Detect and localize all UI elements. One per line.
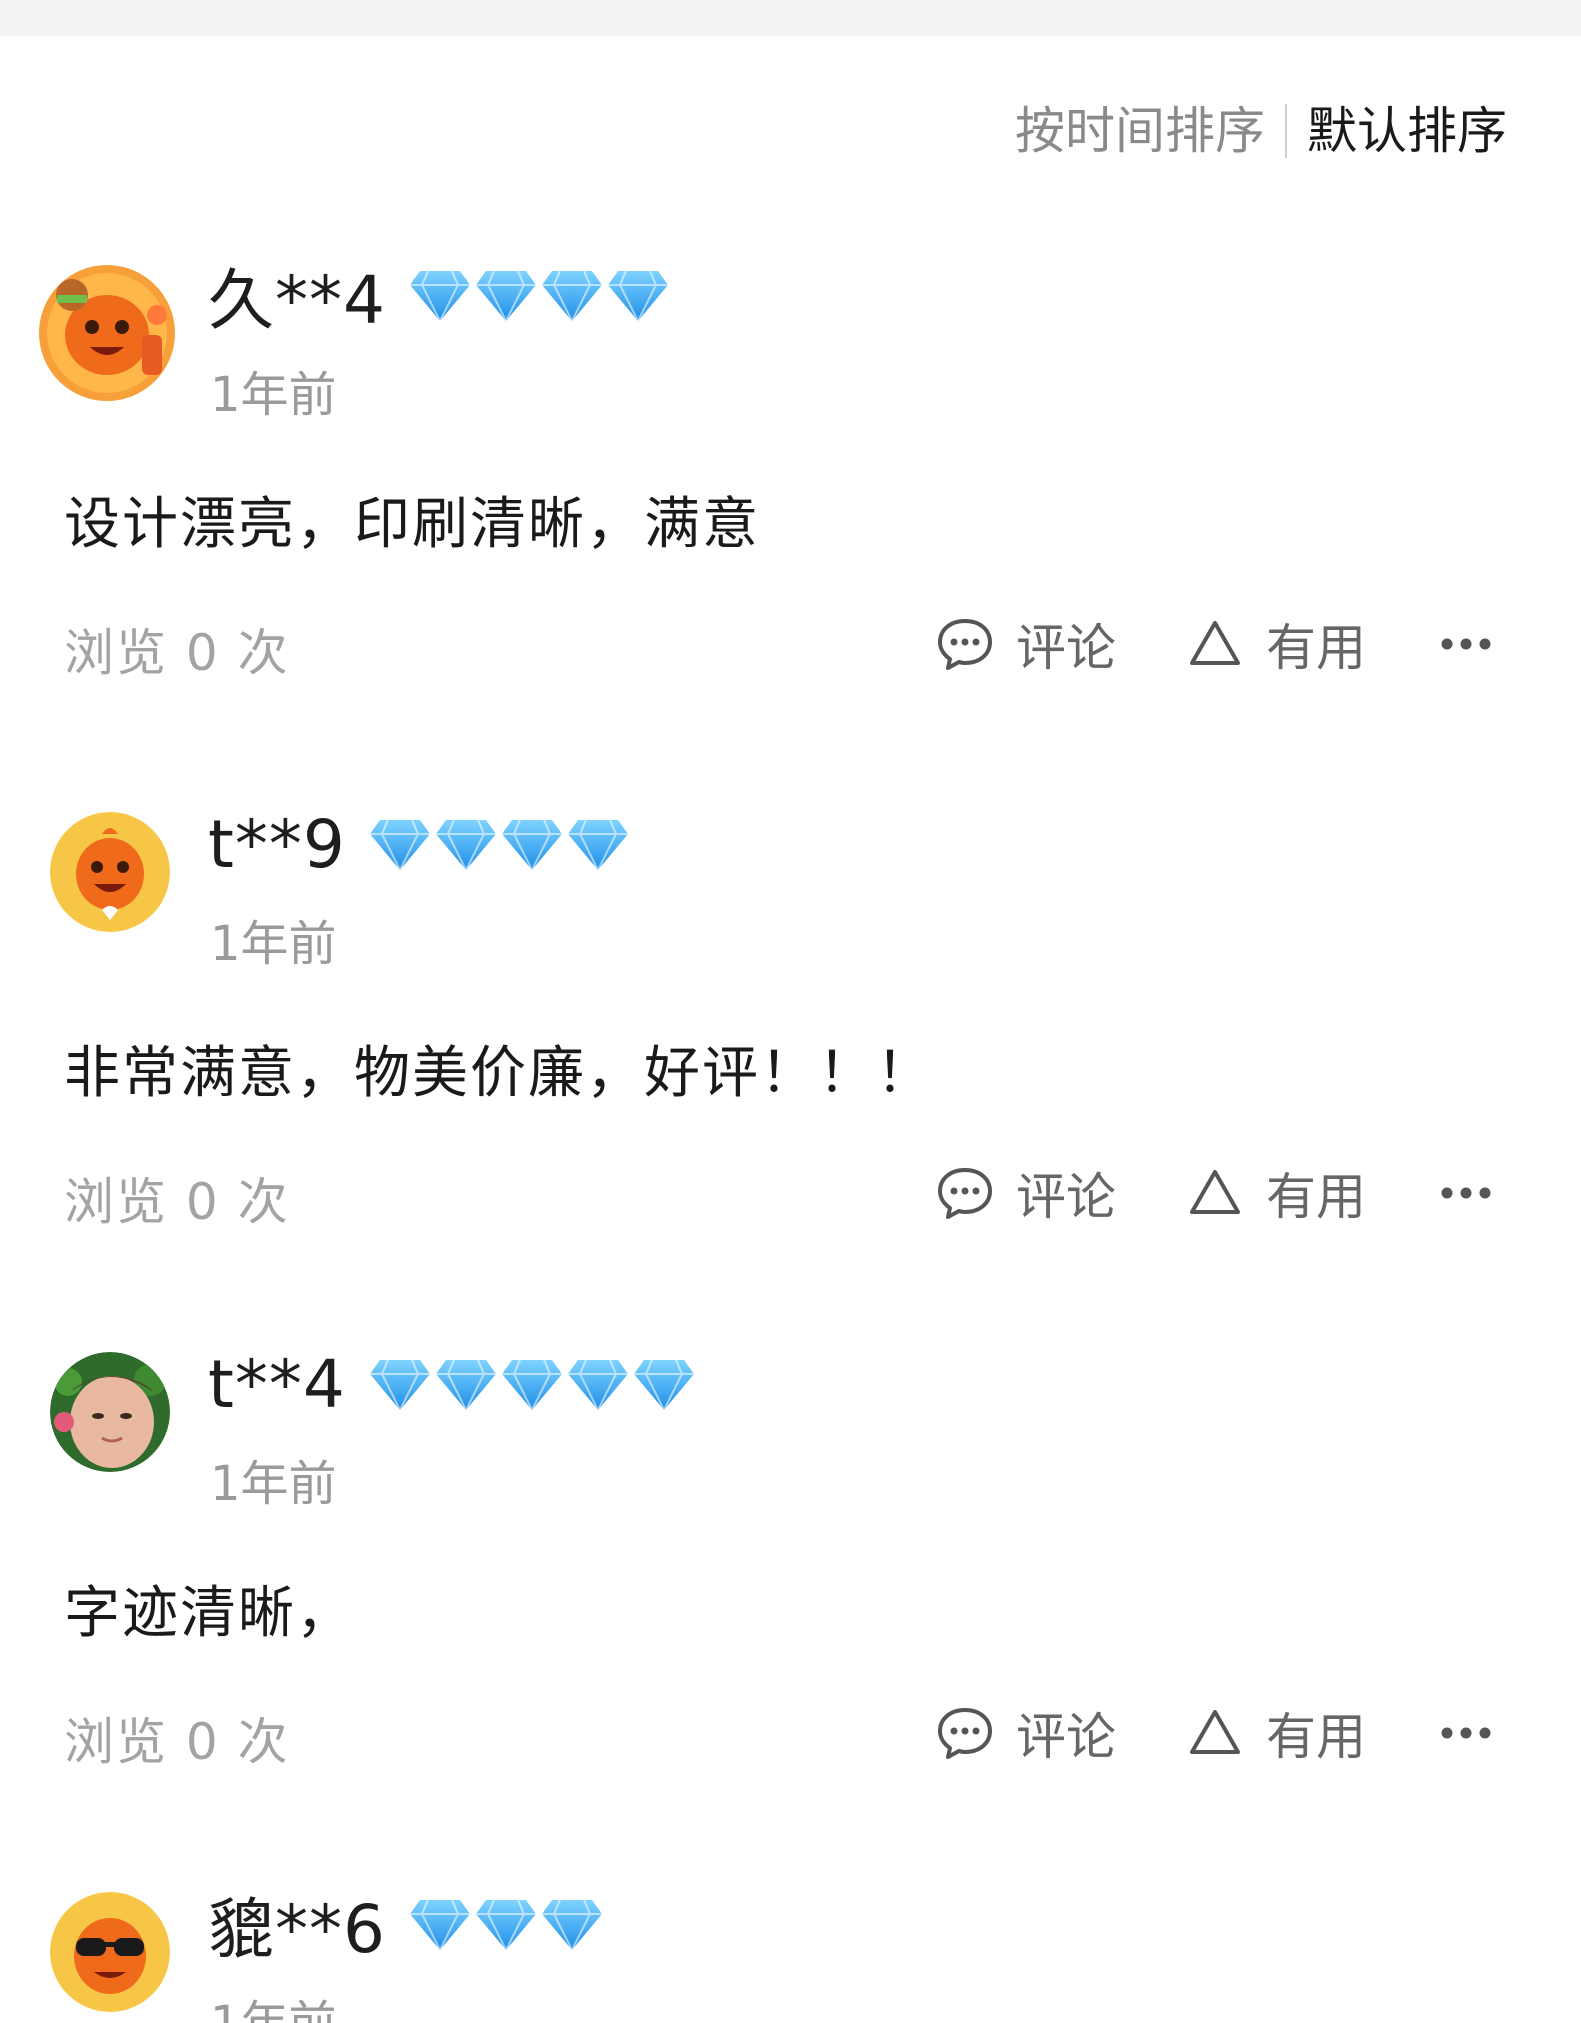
diamond-icon: [368, 1356, 432, 1412]
diamond-icon: [606, 267, 670, 323]
top-status-strip: [0, 0, 1581, 36]
name-row: t**9: [208, 804, 632, 884]
sort-by-time-button[interactable]: 按时间排序: [1015, 98, 1265, 164]
triangle-up-icon: [1186, 1164, 1244, 1222]
review-time: 1年前: [210, 367, 337, 423]
useful-button[interactable]: 有用: [1186, 608, 1366, 680]
name-row: t**4: [208, 1344, 698, 1424]
comment-button[interactable]: 评论: [936, 1697, 1116, 1769]
diamond-icon: [408, 267, 472, 323]
useful-label: 有用: [1266, 1708, 1366, 1766]
name-row: 久**4: [208, 255, 672, 339]
diamond-icon: [540, 267, 604, 323]
comment-label: 评论: [1016, 619, 1116, 677]
diamond-icon: [566, 1356, 630, 1412]
diamond-icon: [474, 1896, 538, 1952]
diamond-icon: [434, 1356, 498, 1412]
comment-bubble-icon: [936, 615, 994, 673]
orange-mascot-sunglasses-avatar-icon: [50, 1892, 170, 2012]
comment-button[interactable]: 评论: [936, 608, 1116, 680]
comment-bubble-icon: [936, 1164, 994, 1222]
review-item: t**9 1年前 非常满意，物美价廉，好评！！！ 浏览 0 次 评论 有用: [0, 806, 1581, 1352]
avatar[interactable]: [50, 812, 170, 932]
orange-mascot-avatar-icon: [50, 812, 170, 932]
view-count: 浏览 0 次: [64, 1713, 290, 1771]
diamond-icon: [500, 816, 564, 872]
review-time: 1年前: [210, 1984, 337, 2023]
review-item: 久**4 1年前 设计漂亮，印刷清晰，满意 浏览 0 次 评论 有用: [0, 262, 1581, 803]
sort-divider: [1285, 104, 1287, 158]
useful-label: 有用: [1266, 619, 1366, 677]
diamond-icon: [474, 267, 538, 323]
review-item: t**4 1年前 字迹清晰， 浏览 0 次 评论 有用: [0, 1346, 1581, 1892]
name-row: 貔**6: [208, 1892, 606, 1968]
diamond-icon: [408, 1896, 472, 1952]
review-time: 1年前: [210, 1456, 337, 1512]
comment-label: 评论: [1016, 1168, 1116, 1226]
diamond-icon: [540, 1896, 604, 1952]
useful-button[interactable]: 有用: [1186, 1697, 1366, 1769]
sort-default-button[interactable]: 默认排序: [1307, 98, 1507, 164]
useful-button[interactable]: 有用: [1186, 1157, 1366, 1229]
diamond-icon: [632, 1356, 696, 1412]
username[interactable]: t**4: [208, 1346, 346, 1423]
avatar[interactable]: [50, 1892, 170, 2012]
username[interactable]: 久**4: [208, 247, 386, 343]
comment-label: 评论: [1016, 1708, 1116, 1766]
triangle-up-icon: [1186, 615, 1244, 673]
diamond-icon: [368, 816, 432, 872]
comment-bubble-icon: [936, 1704, 994, 1762]
review-actions: 评论 有用: [936, 611, 1492, 677]
review-time: 1年前: [210, 916, 337, 972]
diamond-rating: [368, 816, 632, 872]
review-actions: 评论 有用: [936, 1160, 1492, 1226]
useful-label: 有用: [1266, 1168, 1366, 1226]
diamond-rating: [368, 1356, 698, 1412]
triangle-up-icon: [1186, 1704, 1244, 1762]
more-options-icon[interactable]: [1440, 634, 1492, 654]
review-content: 设计漂亮，印刷清晰，满意: [64, 492, 760, 557]
avatar[interactable]: [32, 255, 182, 405]
diamond-icon: [500, 1356, 564, 1412]
orange-mascot-burger-avatar-icon: [39, 265, 175, 401]
review-content: 非常满意，物美价廉，好评！！！: [64, 1041, 934, 1106]
view-count: 浏览 0 次: [64, 1173, 290, 1231]
diamond-rating: [408, 267, 672, 323]
avatar[interactable]: [50, 1352, 170, 1472]
diamond-icon: [434, 816, 498, 872]
diamond-icon: [566, 816, 630, 872]
view-count: 浏览 0 次: [64, 624, 290, 682]
review-content: 字迹清晰，: [64, 1581, 354, 1646]
more-options-icon[interactable]: [1440, 1723, 1492, 1743]
more-options-icon[interactable]: [1440, 1183, 1492, 1203]
review-actions: 评论 有用: [936, 1700, 1492, 1766]
diamond-rating: [408, 1896, 606, 1952]
username[interactable]: 貔**6: [208, 1892, 386, 1972]
review-item: 貔**6 1年前: [0, 1892, 1581, 2023]
comment-button[interactable]: 评论: [936, 1157, 1116, 1229]
username[interactable]: t**9: [208, 806, 346, 883]
baby-photo-avatar-icon: [50, 1352, 170, 1472]
sort-bar: 按时间排序 默认排序: [1015, 98, 1507, 164]
